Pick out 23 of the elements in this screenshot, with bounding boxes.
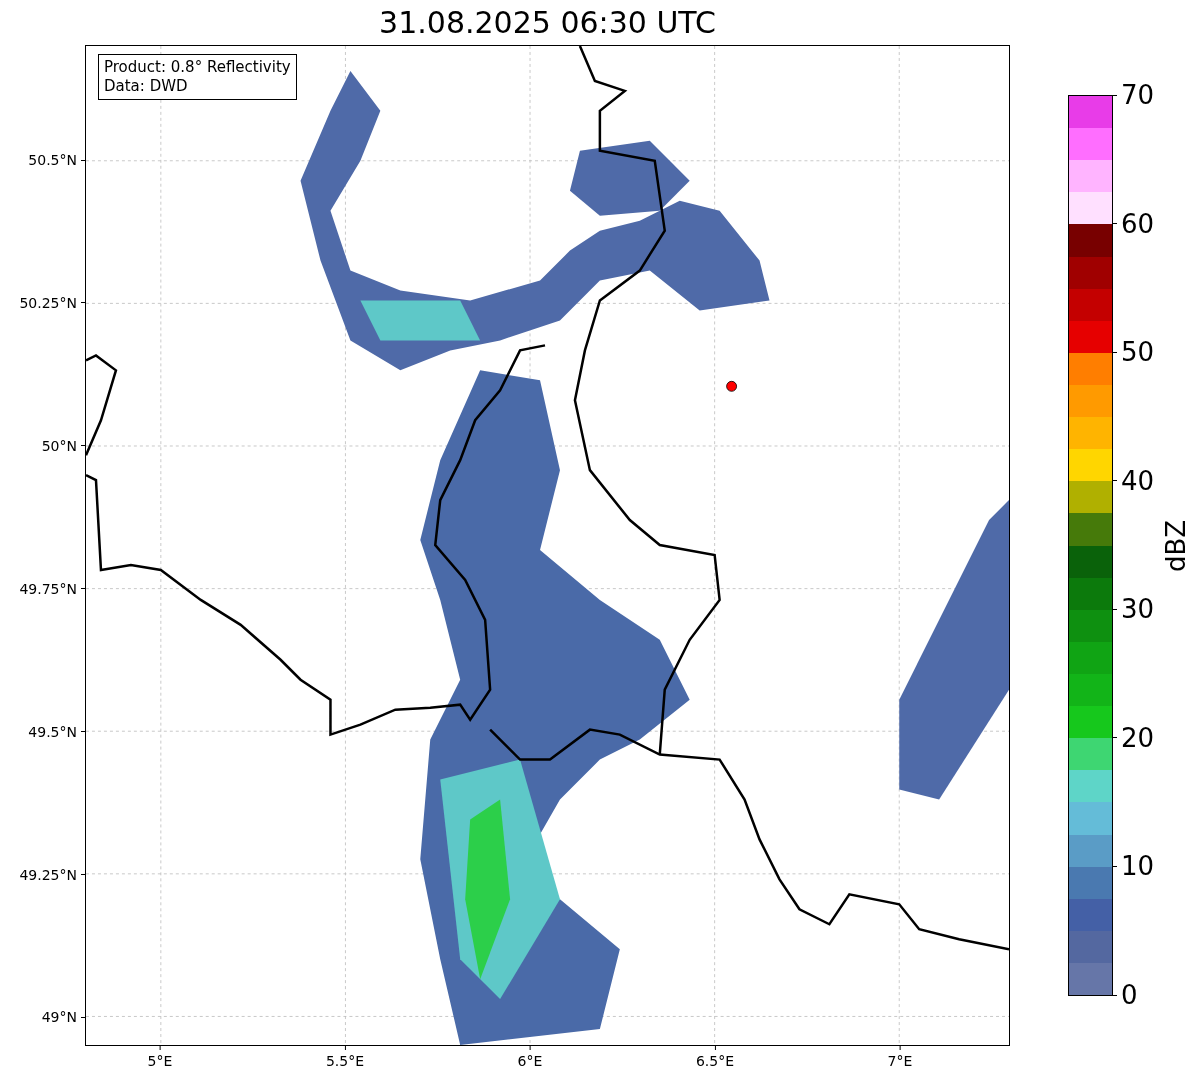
scale-label: 50 [1121, 337, 1155, 368]
scale-label: 20 [1121, 722, 1155, 753]
latitude-label: 49.25°N [19, 866, 77, 883]
longitude-label: 5.5°E [325, 1053, 365, 1069]
scale-label: 10 [1121, 851, 1155, 882]
axis-label: dBZ [1160, 519, 1191, 572]
info-box: Product: 0.8° Reflectivity Data: DWD [98, 54, 297, 100]
latitude-label: 49°N [41, 1009, 77, 1026]
latitude-label: 50.5°N [28, 152, 77, 168]
latitude-label: 50.25°N [19, 294, 77, 311]
longitude-label: 6°E [517, 1053, 543, 1069]
chart-title: 31.08.2025 06:30 UTC [378, 4, 717, 41]
scale-label: 30 [1121, 594, 1155, 625]
longitude-label: 6.5°E [695, 1053, 735, 1069]
longitude-label: 5°E [147, 1053, 173, 1069]
longitude-label: 7°E [887, 1053, 913, 1069]
latitude-label: 49.5°N [28, 723, 77, 740]
latitude-label: 49.75°N [19, 580, 77, 597]
latitude-label: 50°N [41, 437, 77, 454]
scale-label: 70 [1121, 80, 1155, 110]
scale-label: 0 [1121, 980, 1138, 1010]
scale-label: 60 [1121, 208, 1155, 239]
scale-label: 40 [1121, 465, 1155, 496]
